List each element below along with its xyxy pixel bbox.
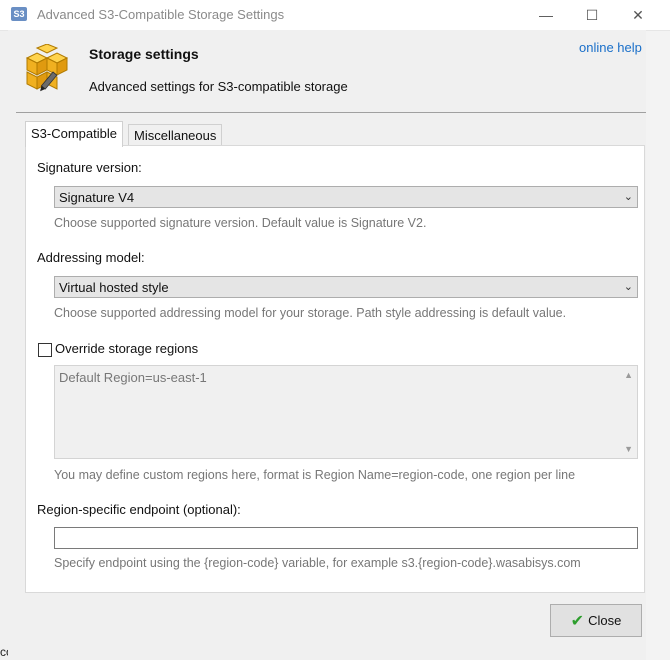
close-button-label: Close xyxy=(588,613,622,628)
regions-textarea[interactable]: Default Region=us-east-1 ▲ ▼ xyxy=(54,365,638,459)
title-bar[interactable]: S3 Advanced S3-Compatible Storage Settin… xyxy=(0,0,670,31)
signature-version-hint: Choose supported signature version. Defa… xyxy=(54,216,427,230)
endpoint-label: Region-specific endpoint (optional): xyxy=(37,502,241,517)
regions-textarea-value: Default Region=us-east-1 xyxy=(59,370,207,385)
addressing-model-hint: Choose supported addressing model for yo… xyxy=(54,306,567,320)
minimize-icon: — xyxy=(539,7,553,23)
addressing-model-label: Addressing model: xyxy=(37,250,145,265)
maximize-button[interactable]: ☐ xyxy=(569,0,615,30)
header-subtitle: Advanced settings for S3-compatible stor… xyxy=(89,79,348,94)
app-s3-icon: S3 xyxy=(11,7,27,21)
dialog-window: S3 Advanced S3-Compatible Storage Settin… xyxy=(0,0,670,660)
regions-hint: You may define custom regions here, form… xyxy=(54,468,576,482)
close-window-button[interactable]: ✕ xyxy=(615,0,661,30)
override-regions-label[interactable]: Override storage regions xyxy=(55,341,198,356)
override-regions-checkbox[interactable] xyxy=(38,343,52,357)
scroll-up-icon[interactable]: ▲ xyxy=(624,370,633,380)
check-icon: ✔ xyxy=(570,612,585,630)
signature-version-label: Signature version: xyxy=(37,160,142,175)
chevron-down-icon: ⌄ xyxy=(623,281,633,293)
online-help-link[interactable]: online help xyxy=(579,40,642,55)
maximize-icon: ☐ xyxy=(585,6,599,23)
chevron-down-icon: ⌄ xyxy=(623,191,633,203)
endpoint-hint: Specify endpoint using the {region-code}… xyxy=(54,556,581,570)
addressing-model-value: Virtual hosted style xyxy=(59,280,169,295)
header-title: Storage settings xyxy=(89,46,199,62)
tab-s3-compatible[interactable]: S3-Compatible xyxy=(25,121,123,147)
window-title: Advanced S3-Compatible Storage Settings xyxy=(37,7,285,22)
tab-miscellaneous[interactable]: Miscellaneous xyxy=(128,124,223,145)
storage-boxes-pencil-icon xyxy=(25,44,69,92)
header-divider xyxy=(16,112,646,113)
signature-version-select[interactable]: Signature V4 ⌄ xyxy=(54,186,638,208)
endpoint-input[interactable] xyxy=(54,527,638,549)
addressing-model-select[interactable]: Virtual hosted style ⌄ xyxy=(54,276,638,298)
minimize-button[interactable]: — xyxy=(523,0,569,30)
close-button[interactable]: ✔ Close xyxy=(550,604,642,637)
signature-version-value: Signature V4 xyxy=(59,190,135,205)
close-icon: ✕ xyxy=(632,6,644,23)
scroll-down-icon[interactable]: ▼ xyxy=(624,444,633,454)
